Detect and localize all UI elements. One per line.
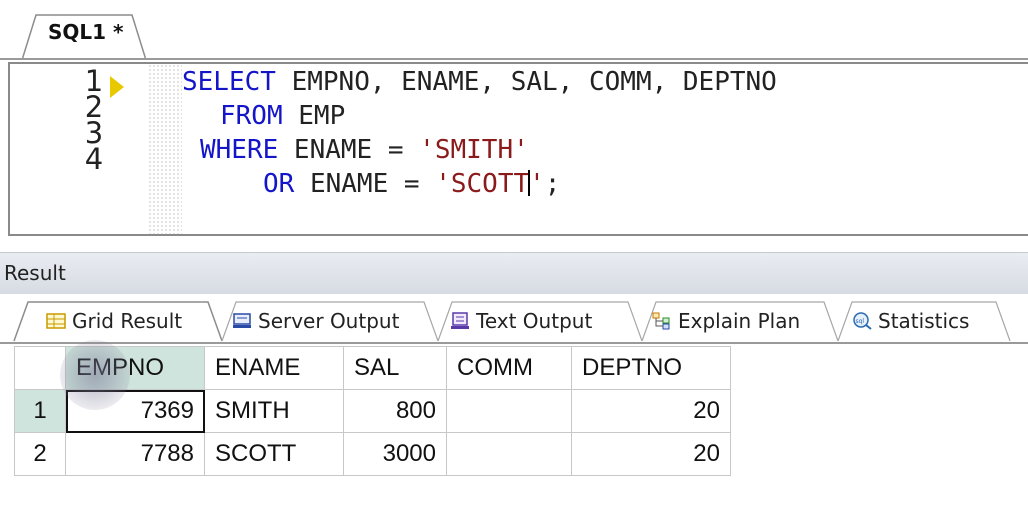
grid-cell-comm[interactable] <box>446 432 572 476</box>
grid-corner[interactable] <box>14 346 66 390</box>
grid-icon <box>46 313 66 329</box>
sql-string: 'SMITH' <box>419 135 529 165</box>
tab-explain-plan[interactable]: Explain Plan <box>652 301 800 341</box>
column-header-comm[interactable]: COMM <box>446 346 572 390</box>
grid-cell-deptno[interactable]: 20 <box>571 389 731 433</box>
tab-label: Explain Plan <box>678 309 801 333</box>
tab-label: Text Output <box>476 309 593 333</box>
tab-server-output[interactable]: Server Output <box>232 301 399 341</box>
tab-grid-result[interactable]: Grid Result <box>46 301 182 341</box>
explain-plan-icon <box>652 312 670 330</box>
sql-text: ENAME = <box>278 135 420 165</box>
grid-cell-deptno[interactable]: 20 <box>571 432 731 476</box>
table-row[interactable]: 1 7369 SMITH 800 20 <box>14 389 731 433</box>
grid-cell-ename[interactable]: SCOTT <box>204 432 344 476</box>
code-line-2: FROM EMP <box>220 101 345 131</box>
sql-text: EMPNO, ENAME, SAL, COMM, DEPTNO <box>275 67 777 97</box>
code-line-3: WHERE ENAME = 'SMITH' <box>200 135 529 165</box>
editor-tab-sql1[interactable]: SQL1 * <box>48 20 124 44</box>
grid-cell-sal[interactable]: 3000 <box>343 432 447 476</box>
table-row[interactable]: 2 7788 SCOTT 3000 20 <box>14 432 731 476</box>
grid-cell-comm[interactable] <box>446 389 572 433</box>
line-number-gutter: 1 2 3 4 <box>10 64 148 234</box>
grid-cell-sal[interactable]: 800 <box>343 389 447 433</box>
sql-text: ENAME = <box>294 169 436 199</box>
column-header-empno[interactable]: EMPNO <box>65 346 205 390</box>
tab-label: Statistics <box>878 309 970 333</box>
grid-cell-ename[interactable]: SMITH <box>204 389 344 433</box>
grid-header-row: EMPNO ENAME SAL COMM DEPTNO <box>14 346 731 390</box>
tab-label: Server Output <box>258 309 400 333</box>
result-tabs: Grid Result Server Output Text Output Ex… <box>0 294 1028 344</box>
sql-keyword: OR <box>263 169 295 199</box>
sql-text: EMP <box>282 101 346 131</box>
tab-label: Grid Result <box>72 309 183 333</box>
sql-keyword: SELECT <box>182 67 276 97</box>
result-label: Result <box>4 261 66 285</box>
sql-keyword: WHERE <box>200 135 279 165</box>
gutter-shade <box>148 64 182 234</box>
sql-keyword: FROM <box>220 101 283 131</box>
statistics-icon: sql <box>853 312 872 330</box>
column-header-sal[interactable]: SAL <box>343 346 447 390</box>
row-number[interactable]: 1 <box>14 389 66 433</box>
column-header-deptno[interactable]: DEPTNO <box>571 346 731 390</box>
sql-editor[interactable]: 1 2 3 4 SELECT EMPNO, ENAME, SAL, COMM, … <box>8 62 1028 236</box>
svg-text:sql: sql <box>856 318 865 325</box>
tab-statistics[interactable]: sql Statistics <box>852 301 969 341</box>
code-line-1: SELECT EMPNO, ENAME, SAL, COMM, DEPTNO <box>182 67 777 97</box>
editor-tab-underline <box>0 58 1028 60</box>
server-output-icon <box>233 313 251 328</box>
column-header-ename[interactable]: ENAME <box>204 346 344 390</box>
tab-text-output[interactable]: Text Output <box>450 301 592 341</box>
result-panel-header: Result <box>0 252 1028 295</box>
line-number: 4 <box>84 142 104 176</box>
code-line-4: OR ENAME = 'SCOTT'; <box>263 169 560 199</box>
editor-tab-strip: SQL1 * <box>0 0 1028 60</box>
sql-string: 'SCOTT <box>435 169 530 199</box>
grid-cell-empno[interactable]: 7369 <box>65 389 205 433</box>
text-output-icon <box>451 312 469 329</box>
result-grid[interactable]: EMPNO ENAME SAL COMM DEPTNO 1 7369 SMITH… <box>14 346 731 476</box>
row-number[interactable]: 2 <box>14 432 66 476</box>
grid-cell-empno[interactable]: 7788 <box>65 432 205 476</box>
sql-string: ' <box>529 169 545 199</box>
current-line-marker-icon <box>110 76 124 98</box>
sql-text: ; <box>544 169 561 199</box>
